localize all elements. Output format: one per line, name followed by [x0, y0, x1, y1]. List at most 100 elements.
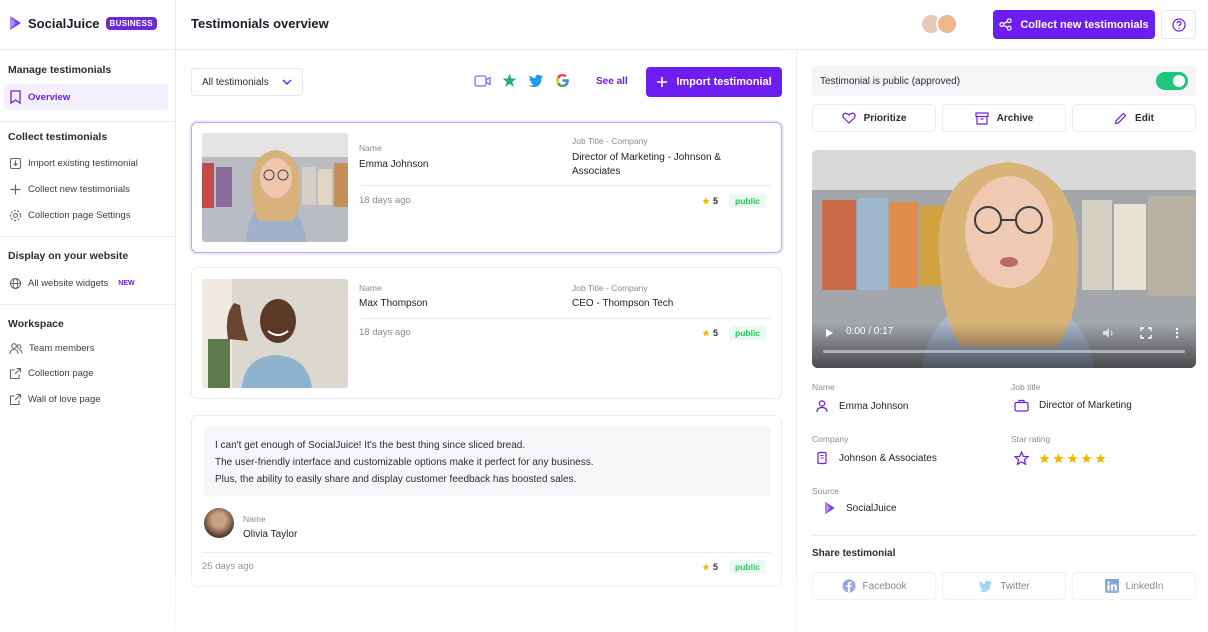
help-button[interactable]	[1161, 10, 1196, 39]
building-icon	[817, 451, 827, 465]
video-player[interactable]: 0:00 / 0:17	[812, 150, 1196, 368]
share-linkedin-button[interactable]: LinkedIn	[1072, 572, 1196, 600]
video-thumbnail[interactable]	[202, 133, 348, 242]
divider	[202, 552, 771, 553]
page-title: Testimonials overview	[191, 16, 329, 31]
detail-panel-divider	[796, 50, 797, 632]
brand[interactable]: SocialJuice BUSINESS	[8, 15, 157, 31]
twitter-icon[interactable]	[528, 74, 544, 88]
status-badge: public	[729, 560, 767, 574]
testimonial-name: Emma Johnson	[359, 159, 429, 170]
star-rating: 5	[702, 328, 718, 338]
video-progress-bar[interactable]	[823, 350, 1185, 353]
testimonial-name: Max Thompson	[359, 298, 428, 309]
star-icon	[702, 197, 710, 205]
sidebar-item-collection-page[interactable]: Collection page	[4, 360, 168, 386]
socialjuice-logo-icon	[10, 16, 21, 30]
testimonial-card-emma[interactable]: Name Emma Johnson Job Title - Company Di…	[191, 122, 782, 253]
public-status-text: Testimonial is public (approved)	[820, 75, 961, 87]
status-badge: public	[729, 194, 767, 208]
twitter-icon	[978, 580, 993, 592]
video-thumbnail[interactable]	[202, 279, 348, 388]
video-thumbnail-image	[202, 133, 348, 242]
sidebar-item-label: Team members	[29, 342, 95, 354]
testimonial-card-max[interactable]: Name Max Thompson Job Title - Company CE…	[191, 267, 782, 399]
divider	[0, 236, 175, 237]
sidebar-item-import-existing[interactable]: Import existing testimonial	[4, 150, 168, 176]
sidebar-item-website-widgets[interactable]: All website widgets NEW	[4, 270, 168, 296]
divider	[0, 304, 175, 305]
collect-button-label: Collect new testimonials	[1020, 18, 1149, 31]
star-icon	[1067, 453, 1078, 464]
detail-rating-label: Star rating	[1011, 434, 1051, 444]
public-toggle-row: Testimonial is public (approved)	[812, 66, 1196, 96]
new-badge: NEW	[118, 279, 135, 287]
users-icon	[9, 342, 23, 354]
sidebar-item-label: Import existing testimonial	[28, 157, 138, 169]
divider	[0, 121, 175, 122]
chevron-down-icon	[282, 79, 292, 85]
avatar	[204, 508, 234, 538]
sidebar-item-label: Collect new testimonials	[28, 183, 130, 195]
name-label: Name	[359, 283, 382, 293]
sidebar-item-overview[interactable]: Overview	[4, 84, 168, 110]
status-badge: public	[729, 326, 767, 340]
detail-name-label: Name	[812, 382, 835, 392]
section-title-collect: Collect testimonials	[8, 131, 108, 143]
testimonial-quote: I can't get enough of SocialJuice! It's …	[204, 426, 771, 496]
share-icon	[999, 18, 1012, 31]
see-all-link[interactable]: See all	[596, 76, 628, 87]
archive-button[interactable]: Archive	[942, 104, 1066, 132]
top-bar: SocialJuice BUSINESS Testimonials overvi…	[0, 0, 1208, 50]
divider	[812, 535, 1196, 536]
sidebar-item-wall-of-love[interactable]: Wall of love page	[4, 386, 168, 412]
collect-new-testimonials-button[interactable]: Collect new testimonials	[993, 10, 1155, 39]
sidebar-item-collect-new[interactable]: Collect new testimonials	[4, 176, 168, 202]
share-twitter-button[interactable]: Twitter	[942, 572, 1066, 600]
brand-name: SocialJuice	[28, 15, 100, 31]
detail-job: Director of Marketing	[1014, 399, 1132, 412]
sidebar-item-label: Wall of love page	[28, 393, 101, 405]
play-icon[interactable]	[825, 328, 834, 338]
volume-icon[interactable]	[1102, 327, 1115, 339]
detail-source: SocialJuice	[823, 501, 897, 515]
sidebar-item-collection-settings[interactable]: Collection page Settings	[4, 202, 168, 228]
star-outline-icon	[1014, 451, 1029, 466]
section-title-display: Display on your website	[8, 250, 129, 262]
divider	[359, 318, 772, 319]
archive-icon	[975, 111, 989, 125]
star-icon	[1095, 453, 1106, 464]
time-ago: 18 days ago	[359, 195, 411, 206]
time-ago: 25 days ago	[202, 561, 254, 572]
google-icon[interactable]	[555, 73, 570, 88]
detail-name: Emma Johnson	[815, 399, 908, 413]
job-title-line: Director of Marketing - Johnson &	[572, 152, 721, 163]
star-icon	[1081, 453, 1092, 464]
globe-icon	[9, 277, 22, 289]
section-title-manage: Manage testimonials	[8, 64, 112, 76]
job-title-line: Associates	[572, 166, 621, 177]
team-avatars[interactable]	[920, 13, 958, 35]
trustpilot-star-icon[interactable]	[502, 73, 517, 88]
name-label: Name	[359, 143, 382, 153]
detail-source-label: Source	[812, 486, 839, 496]
more-options-icon[interactable]	[1174, 327, 1180, 339]
star-icon	[1053, 453, 1064, 464]
prioritize-button[interactable]: Prioritize	[812, 104, 936, 132]
section-title-workspace: Workspace	[8, 318, 64, 330]
share-facebook-button[interactable]: Facebook	[812, 572, 936, 600]
linkedin-icon	[1104, 579, 1119, 593]
gear-icon	[9, 209, 22, 221]
time-ago: 18 days ago	[359, 327, 411, 338]
video-icon[interactable]	[474, 74, 491, 88]
testimonial-filter-select[interactable]: All testimonials	[191, 68, 303, 96]
fullscreen-icon[interactable]	[1140, 327, 1152, 339]
avatar	[936, 13, 958, 35]
public-toggle[interactable]	[1156, 72, 1188, 90]
plus-icon	[10, 184, 21, 194]
import-testimonial-button[interactable]: Import testimonial	[646, 67, 782, 97]
facebook-icon	[842, 579, 856, 593]
testimonial-card-olivia[interactable]: I can't get enough of SocialJuice! It's …	[191, 415, 782, 587]
edit-button[interactable]: Edit	[1072, 104, 1196, 132]
sidebar-item-team-members[interactable]: Team members	[4, 335, 168, 361]
